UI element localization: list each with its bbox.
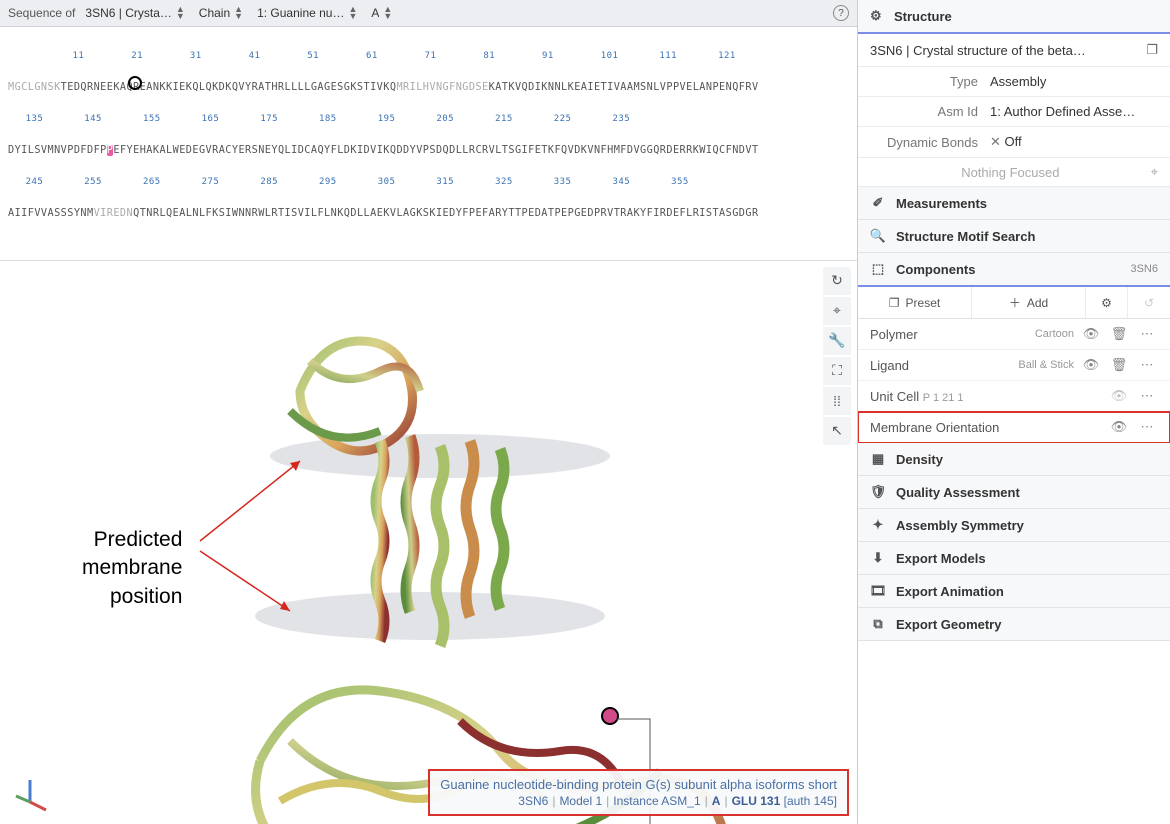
component-polymer[interactable]: Polymer Cartoon 👁 🗑 ⋯ xyxy=(858,319,1170,350)
delete-icon[interactable]: 🗑 xyxy=(1108,326,1130,342)
fullscreen-button[interactable]: ⛶ xyxy=(823,357,851,385)
measurements-section[interactable]: ✐Measurements xyxy=(858,187,1170,220)
components-tag: 3SN6 xyxy=(1130,263,1158,275)
seq-row-1[interactable]: MGCLGNSKTEDQRNEEKAQREANKKIEKQLQKDKQVYRAT… xyxy=(8,83,849,94)
quality-section[interactable]: 🛡Quality Assessment xyxy=(858,476,1170,509)
component-membrane[interactable]: Membrane Orientation 👁 ⋯ xyxy=(858,412,1170,443)
preset-button[interactable]: ❐Preset xyxy=(858,287,972,318)
seq-ruler-3: 245 255 265 275 285 295 305 315 325 335 … xyxy=(8,178,849,187)
delete-icon[interactable]: 🗑 xyxy=(1108,357,1130,373)
export-geometry-section[interactable]: ⧉Export Geometry xyxy=(858,608,1170,641)
asym-dropdown[interactable]: A▲▼ xyxy=(367,4,396,22)
download-icon: ⬇ xyxy=(870,550,886,566)
selection-mode-button[interactable]: ↖ xyxy=(823,417,851,445)
seq-row-3[interactable]: AIIFVVASSSYNMVIREDNQTNRLQEALNLFKSIWNNRWL… xyxy=(8,209,849,220)
plus-icon: ＋ xyxy=(1009,294,1021,311)
ruler-icon: ✐ xyxy=(870,195,886,211)
controls-button[interactable]: ⁞⁞ xyxy=(823,387,851,415)
sequence-viewer[interactable]: 11 21 31 41 51 61 71 81 91 101 111 121 M… xyxy=(0,27,857,261)
3d-canvas[interactable]: Predicted membrane position ↻ ⌖ 🔧 ⛶ ⁞⁞ ↖… xyxy=(0,261,857,824)
main-viewport: Sequence of 3SN6 | Crysta…▲▼ Chain▲▼ 1: … xyxy=(0,0,858,824)
gear-icon: ⚙ xyxy=(870,8,886,24)
component-ligand[interactable]: Ligand Ball & Stick 👁 🗑 ⋯ xyxy=(858,350,1170,381)
dynamic-bonds-row[interactable]: Dynamic BondsOff xyxy=(858,127,1170,158)
seq-row-2[interactable]: DYILSVMNVPDFDFPPEFYEHAKALWEDEGVRACYERSNE… xyxy=(8,146,849,157)
selection-info-line2: 3SN6|Model 1|Instance ASM_1|A|GLU 131 [a… xyxy=(440,794,837,808)
membrane-annotation-arrows xyxy=(200,461,300,611)
selected-residue-marker xyxy=(602,708,618,724)
chain-dropdown[interactable]: Chain▲▼ xyxy=(195,4,247,22)
canvas-tools: ↻ ⌖ 🔧 ⛶ ⁞⁞ ↖ xyxy=(823,267,851,445)
selection-info-line1: Guanine nucleotide-binding protein G(s) … xyxy=(440,777,837,792)
export-animation-section[interactable]: 🎞Export Animation xyxy=(858,575,1170,608)
more-icon[interactable]: ⋯ xyxy=(1136,388,1158,404)
shield-icon: 🛡 xyxy=(870,484,886,500)
reset-view-button[interactable]: ↻ xyxy=(823,267,851,295)
seq-ruler-1: 11 21 31 41 51 61 71 81 91 101 111 121 xyxy=(8,52,849,61)
membrane-plane-bottom xyxy=(255,592,605,640)
structure-dropdown[interactable]: 3SN6 | Crysta…▲▼ xyxy=(81,4,188,22)
focus-row[interactable]: Nothing Focused ⌖ xyxy=(858,158,1170,187)
component-unitcell[interactable]: Unit Cell P 1 21 1 👁 ⋯ xyxy=(858,381,1170,412)
sequence-bar: Sequence of 3SN6 | Crysta…▲▼ Chain▲▼ 1: … xyxy=(0,0,857,27)
search-icon: 🔍 xyxy=(870,228,886,244)
more-icon[interactable]: ⋯ xyxy=(1136,326,1158,342)
cube-icon: ⬚ xyxy=(870,261,886,277)
film-icon: 🎞 xyxy=(870,583,886,599)
export-models-section[interactable]: ⬇Export Models xyxy=(858,542,1170,575)
visibility-icon[interactable]: 👁 xyxy=(1080,357,1102,373)
canvas-settings-button[interactable]: 🔧 xyxy=(823,327,851,355)
bookmark-icon[interactable]: ❐ xyxy=(1146,42,1158,58)
grid-icon: ▦ xyxy=(870,451,886,467)
components-section[interactable]: ⬚Components 3SN6 xyxy=(858,253,1170,287)
component-history-button[interactable]: ↺ xyxy=(1128,287,1170,318)
asmid-row: Asm Id1: Author Defined Asse… xyxy=(858,97,1170,127)
motif-search-section[interactable]: 🔍Structure Motif Search xyxy=(858,220,1170,253)
structure-title-row[interactable]: 3SN6 | Crystal structure of the beta… ❐ xyxy=(858,34,1170,67)
visibility-icon[interactable]: 👁 xyxy=(1108,419,1130,435)
screenshot-button[interactable]: ⌖ xyxy=(823,297,851,325)
sequence-of-label: Sequence of xyxy=(8,6,75,20)
geometry-icon: ⧉ xyxy=(870,616,886,632)
type-row: TypeAssembly xyxy=(858,67,1170,97)
structure-panel-header[interactable]: ⚙ Structure xyxy=(858,0,1170,34)
axis-gizmo[interactable] xyxy=(10,774,50,814)
components-toolbar: ❐Preset ＋Add ⚙ ↺ xyxy=(858,287,1170,319)
sidebar: ⚙ Structure 3SN6 | Crystal structure of … xyxy=(858,0,1170,824)
seq-ruler-2: 135 145 155 165 175 185 195 205 215 225 … xyxy=(8,115,849,124)
focus-target-icon[interactable]: ⌖ xyxy=(1151,164,1158,180)
sliders-icon: ⚙ xyxy=(1101,296,1112,310)
entity-dropdown[interactable]: 1: Guanine nu…▲▼ xyxy=(253,4,361,22)
more-icon[interactable]: ⋯ xyxy=(1136,357,1158,373)
symmetry-section[interactable]: ✦Assembly Symmetry xyxy=(858,509,1170,542)
component-options-button[interactable]: ⚙ xyxy=(1086,287,1128,318)
visibility-icon[interactable]: 👁 xyxy=(1080,326,1102,342)
density-section[interactable]: ▦Density xyxy=(858,443,1170,476)
history-icon: ↺ xyxy=(1144,296,1154,310)
add-component-button[interactable]: ＋Add xyxy=(972,287,1086,318)
bookmark-icon: ❐ xyxy=(889,296,900,310)
selection-info-box: Guanine nucleotide-binding protein G(s) … xyxy=(428,769,849,816)
puzzle-icon: ✦ xyxy=(870,517,886,533)
help-icon[interactable]: ? xyxy=(833,5,849,21)
more-icon[interactable]: ⋯ xyxy=(1136,419,1158,435)
membrane-annotation-label: Predicted membrane position xyxy=(82,526,182,611)
visibility-off-icon[interactable]: 👁 xyxy=(1108,388,1130,404)
